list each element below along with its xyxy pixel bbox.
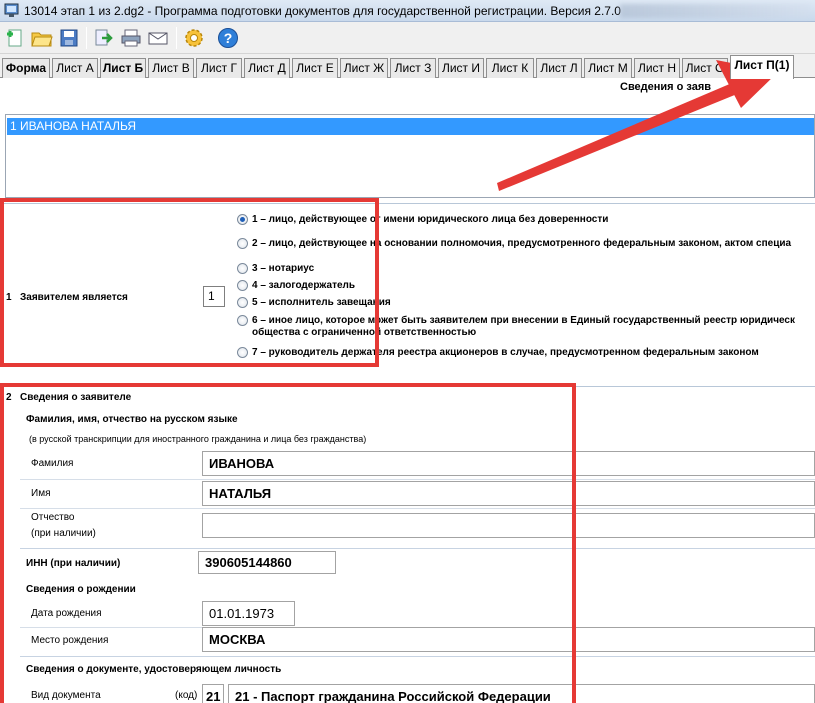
sheet-tabs: Форма Лист А Лист Б Лист В Лист Г Лист Д…	[0, 54, 815, 79]
highlight-box-applicant-type	[0, 198, 379, 367]
tab-list-k[interactable]: Лист К	[486, 58, 534, 78]
tab-list-d[interactable]: Лист Д	[244, 58, 290, 78]
tab-list-b[interactable]: Лист Б	[100, 58, 146, 78]
tab-list-v[interactable]: Лист В	[148, 58, 194, 78]
app-window: 13014 этап 1 из 2.dg2 - Программа подгот…	[0, 0, 815, 703]
sheet-caption: Сведения о заяв	[620, 81, 712, 93]
open-button[interactable]	[30, 26, 54, 50]
sheet-header: Сведения о заяв	[0, 78, 815, 114]
help-button[interactable]: ?	[216, 26, 240, 50]
mail-button[interactable]	[146, 26, 170, 50]
print-icon	[121, 29, 141, 47]
settings-gear-icon	[185, 29, 203, 47]
save-button[interactable]	[57, 26, 81, 50]
toolbar-separator	[176, 27, 177, 49]
app-monitor-icon	[4, 3, 19, 17]
tab-list-p1[interactable]: Лист П(1)	[730, 55, 794, 79]
export-button[interactable]	[92, 26, 116, 50]
toolbar-separator	[86, 27, 87, 49]
title-bar: 13014 этап 1 из 2.dg2 - Программа подгот…	[0, 0, 815, 22]
mail-icon	[148, 32, 168, 45]
blurred-region	[620, 4, 810, 18]
print-button[interactable]	[119, 26, 143, 50]
applicant-list[interactable]: 1 ИВАНОВА НАТАЛЬЯ	[5, 114, 815, 198]
tab-list-l[interactable]: Лист Л	[536, 58, 582, 78]
save-icon	[60, 29, 78, 47]
tab-list-o[interactable]: Лист О	[682, 58, 728, 78]
tab-list-a[interactable]: Лист А	[52, 58, 98, 78]
open-folder-icon	[31, 32, 53, 47]
tab-forma[interactable]: Форма	[2, 58, 50, 78]
settings-button[interactable]	[182, 26, 206, 50]
toolbar: ?	[0, 22, 815, 54]
svg-text:?: ?	[224, 30, 233, 46]
help-icon: ?	[218, 28, 238, 48]
tab-list-zh[interactable]: Лист Ж	[340, 58, 388, 78]
new-icon	[7, 29, 22, 47]
tab-list-g[interactable]: Лист Г	[196, 58, 242, 78]
highlight-box-applicant-info	[0, 383, 576, 703]
new-document-button[interactable]	[3, 26, 27, 50]
window-title: 13014 этап 1 из 2.dg2 - Программа подгот…	[24, 4, 621, 18]
tab-list-n[interactable]: Лист Н	[634, 58, 680, 78]
tab-list-z[interactable]: Лист З	[390, 58, 436, 78]
tab-list-e[interactable]: Лист Е	[292, 58, 338, 78]
tab-list-m[interactable]: Лист М	[584, 58, 632, 78]
tab-list-i[interactable]: Лист И	[438, 58, 484, 78]
export-icon	[95, 29, 113, 46]
applicant-list-item[interactable]: 1 ИВАНОВА НАТАЛЬЯ	[7, 118, 814, 135]
